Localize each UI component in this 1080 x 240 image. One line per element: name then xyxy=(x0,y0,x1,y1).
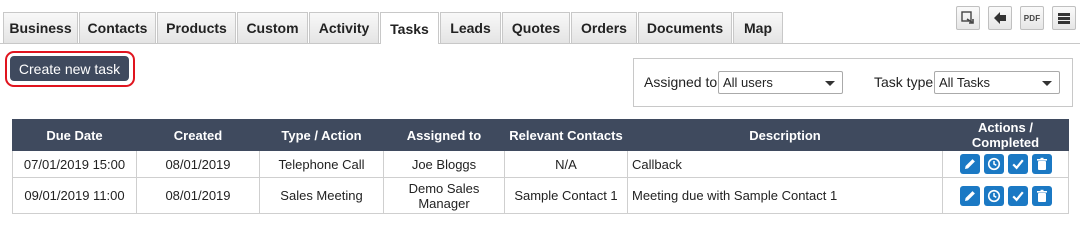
tab-quotes[interactable]: Quotes xyxy=(502,12,570,43)
actions-cell xyxy=(942,177,1069,214)
tab-business[interactable]: Business xyxy=(3,12,78,43)
pencil-icon xyxy=(964,190,975,201)
tasks-table: Due Date Created Type / Action Assigned … xyxy=(12,119,1069,214)
column-header: Actions / Completed xyxy=(942,119,1069,151)
pdf-button[interactable]: PDF xyxy=(1020,6,1044,30)
clock-icon xyxy=(987,157,1000,171)
clock-icon xyxy=(987,189,1000,202)
tab-leads[interactable]: Leads xyxy=(440,12,501,43)
drawer-icon xyxy=(1058,13,1070,24)
created-cell: 08/01/2019 xyxy=(136,150,260,178)
due-date-cell: 09/01/2019 11:00 xyxy=(12,177,137,214)
complete-button[interactable] xyxy=(1007,154,1028,174)
tab-activity[interactable]: Activity xyxy=(309,12,379,43)
chevron-down-icon xyxy=(825,81,835,86)
export-button[interactable] xyxy=(956,6,980,30)
due-date-cell: 07/01/2019 15:00 xyxy=(12,150,137,178)
back-button[interactable] xyxy=(988,6,1012,30)
description-cell: Callback xyxy=(627,150,943,178)
task-type-label: Task type xyxy=(874,74,934,90)
column-header: Relevant Contacts xyxy=(504,119,628,151)
trash-icon xyxy=(1036,157,1047,170)
tab-baseline xyxy=(0,43,1080,44)
drawer-button[interactable] xyxy=(1052,6,1076,30)
column-header: Due Date xyxy=(12,119,137,151)
reschedule-button[interactable] xyxy=(983,185,1004,206)
task-type-select[interactable]: All Tasks xyxy=(934,71,1060,94)
table-row: 07/01/2019 15:00 08/01/2019 Telephone Ca… xyxy=(12,150,1069,178)
complete-button[interactable] xyxy=(1007,185,1028,206)
column-header: Created xyxy=(136,119,260,151)
table-header-row: Due Date Created Type / Action Assigned … xyxy=(12,119,1069,151)
type-cell: Sales Meeting xyxy=(259,177,384,214)
column-header: Description xyxy=(627,119,943,151)
description-cell: Meeting due with Sample Contact 1 xyxy=(627,177,943,214)
tab-map[interactable]: Map xyxy=(733,12,783,43)
type-cell: Telephone Call xyxy=(259,150,384,178)
contacts-cell: N/A xyxy=(504,150,628,178)
tab-custom[interactable]: Custom xyxy=(237,12,308,43)
assigned-to-select[interactable]: All users xyxy=(718,71,843,94)
assigned-cell: Joe Bloggs xyxy=(383,150,505,178)
task-type-value: All Tasks xyxy=(939,75,991,90)
edit-button[interactable] xyxy=(959,154,980,174)
table-row: 09/01/2019 11:00 08/01/2019 Sales Meetin… xyxy=(12,177,1069,214)
checkmark-icon xyxy=(1011,191,1024,201)
delete-button[interactable] xyxy=(1031,154,1052,174)
column-header: Assigned to xyxy=(383,119,505,151)
trash-icon xyxy=(1036,189,1047,202)
tab-documents[interactable]: Documents xyxy=(638,12,732,43)
reschedule-button[interactable] xyxy=(983,154,1004,174)
delete-button[interactable] xyxy=(1031,185,1052,206)
contacts-cell: Sample Contact 1 xyxy=(504,177,628,214)
chevron-down-icon xyxy=(1042,81,1052,86)
tab-products[interactable]: Products xyxy=(157,12,236,43)
tab-tasks[interactable]: Tasks xyxy=(380,12,439,44)
pdf-icon: PDF xyxy=(1023,13,1041,23)
actions-cell xyxy=(942,150,1069,178)
tab-contacts[interactable]: Contacts xyxy=(79,12,156,43)
back-arrow-icon xyxy=(994,12,1006,24)
assigned-to-value: All users xyxy=(723,75,773,90)
assigned-cell: Demo Sales Manager xyxy=(383,177,505,214)
tab-orders[interactable]: Orders xyxy=(571,12,637,43)
create-new-task-button[interactable]: Create new task xyxy=(10,56,129,81)
filter-panel: Assigned to All users Task type All Task… xyxy=(633,58,1073,107)
edit-button[interactable] xyxy=(959,185,980,206)
tab-bar: Business Contacts Products Custom Activi… xyxy=(0,0,1080,44)
checkmark-icon xyxy=(1011,159,1024,170)
assigned-to-label: Assigned to xyxy=(644,74,718,90)
pencil-icon xyxy=(964,159,975,169)
export-icon xyxy=(961,11,974,24)
created-cell: 08/01/2019 xyxy=(136,177,260,214)
column-header: Type / Action xyxy=(259,119,384,151)
